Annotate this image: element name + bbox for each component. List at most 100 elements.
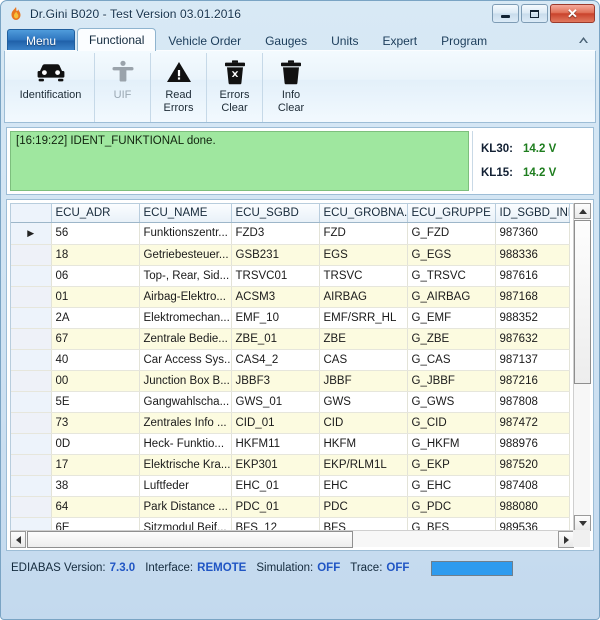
- table-row[interactable]: 73Zentrales Info ...CID_01CIDG_CID987472: [11, 412, 569, 433]
- tab-program[interactable]: Program: [429, 30, 499, 51]
- cell-ecu-gruppe[interactable]: G_ZBE: [407, 328, 495, 349]
- cell-ecu-adr[interactable]: 56: [51, 222, 139, 244]
- cell-ecu-gruppe[interactable]: G_AIRBAG: [407, 286, 495, 307]
- table-row[interactable]: ▶56Funktionszentr...FZD3FZDG_FZD987360: [11, 222, 569, 244]
- tab-functional[interactable]: Functional: [77, 28, 156, 51]
- cell-ecu-gruppe[interactable]: G_GWS: [407, 391, 495, 412]
- row-selector-cell[interactable]: [11, 307, 51, 328]
- cell-ecu-grobname[interactable]: EHC: [319, 475, 407, 496]
- table-row[interactable]: 2AElektromechan...EMF_10EMF/SRR_HLG_EMF9…: [11, 307, 569, 328]
- cell-ecu-sgbd[interactable]: EMF_10: [231, 307, 319, 328]
- uif-button[interactable]: UIF: [95, 53, 151, 122]
- cell-ecu-name[interactable]: Luftfeder: [139, 475, 231, 496]
- column-header-ecu-sgbd[interactable]: ECU_SGBD: [231, 204, 319, 222]
- cell-ecu-sgbd[interactable]: EHC_01: [231, 475, 319, 496]
- cell-ecu-adr[interactable]: 73: [51, 412, 139, 433]
- row-selector-cell[interactable]: [11, 244, 51, 265]
- table-row[interactable]: 17Elektrische Kra...EKP301EKP/RLM1LG_EKP…: [11, 454, 569, 475]
- cell-ecu-gruppe[interactable]: G_HKFM: [407, 433, 495, 454]
- cell-ecu-name[interactable]: Funktionszentr...: [139, 222, 231, 244]
- horizontal-scrollbar[interactable]: [10, 530, 574, 547]
- cell-ecu-grobname[interactable]: CAS: [319, 349, 407, 370]
- cell-ecu-name[interactable]: Top-, Rear, Sid...: [139, 265, 231, 286]
- cell-ecu-grobname[interactable]: PDC: [319, 496, 407, 517]
- cell-id-sgbd-index[interactable]: 987168: [495, 286, 569, 307]
- cell-ecu-gruppe[interactable]: G_EGS: [407, 244, 495, 265]
- table-row[interactable]: 38LuftfederEHC_01EHCG_EHC987408: [11, 475, 569, 496]
- cell-ecu-grobname[interactable]: GWS: [319, 391, 407, 412]
- cell-ecu-grobname[interactable]: JBBF: [319, 370, 407, 391]
- row-selector-cell[interactable]: [11, 433, 51, 454]
- table-row[interactable]: 01Airbag-Elektro...ACSM3AIRBAGG_AIRBAG98…: [11, 286, 569, 307]
- cell-ecu-gruppe[interactable]: G_PDC: [407, 496, 495, 517]
- cell-ecu-grobname[interactable]: HKFM: [319, 433, 407, 454]
- cell-id-sgbd-index[interactable]: 988352: [495, 307, 569, 328]
- cell-ecu-sgbd[interactable]: HKFM11: [231, 433, 319, 454]
- cell-ecu-name[interactable]: Junction Box B...: [139, 370, 231, 391]
- table-row[interactable]: 64Park Distance ...PDC_01PDCG_PDC988080: [11, 496, 569, 517]
- tab-expert[interactable]: Expert: [370, 30, 429, 51]
- column-header-ecu-adr[interactable]: ECU_ADR: [51, 204, 139, 222]
- errors-clear-button[interactable]: Errors Clear: [207, 53, 263, 122]
- cell-id-sgbd-index[interactable]: 988976: [495, 433, 569, 454]
- cell-ecu-adr[interactable]: 17: [51, 454, 139, 475]
- cell-ecu-gruppe[interactable]: G_EKP: [407, 454, 495, 475]
- cell-ecu-name[interactable]: Gangwahlscha...: [139, 391, 231, 412]
- cell-ecu-sgbd[interactable]: GSB231: [231, 244, 319, 265]
- cell-ecu-grobname[interactable]: AIRBAG: [319, 286, 407, 307]
- cell-ecu-grobname[interactable]: EKP/RLM1L: [319, 454, 407, 475]
- cell-ecu-gruppe[interactable]: G_FZD: [407, 222, 495, 244]
- scroll-up-button[interactable]: [574, 203, 591, 219]
- horizontal-scroll-thumb[interactable]: [27, 531, 353, 548]
- cell-ecu-gruppe[interactable]: G_CAS: [407, 349, 495, 370]
- cell-ecu-adr[interactable]: 64: [51, 496, 139, 517]
- cell-ecu-adr[interactable]: 40: [51, 349, 139, 370]
- column-header-ecu-gruppe[interactable]: ECU_GRUPPE: [407, 204, 495, 222]
- info-clear-button[interactable]: Info Clear: [263, 53, 319, 122]
- column-header-id-sgbd-index[interactable]: ID_SGBD_INDEX: [495, 204, 569, 222]
- cell-ecu-sgbd[interactable]: CID_01: [231, 412, 319, 433]
- read-errors-button[interactable]: Read Errors: [151, 53, 207, 122]
- tab-gauges[interactable]: Gauges: [253, 30, 319, 51]
- scroll-down-button[interactable]: [574, 515, 591, 531]
- cell-ecu-gruppe[interactable]: G_TRSVC: [407, 265, 495, 286]
- cell-ecu-sgbd[interactable]: ACSM3: [231, 286, 319, 307]
- cell-id-sgbd-index[interactable]: 988080: [495, 496, 569, 517]
- row-selector-cell[interactable]: [11, 412, 51, 433]
- cell-ecu-adr[interactable]: 2A: [51, 307, 139, 328]
- cell-ecu-name[interactable]: Heck- Funktio...: [139, 433, 231, 454]
- cell-ecu-adr[interactable]: 18: [51, 244, 139, 265]
- cell-ecu-name[interactable]: Zentrales Info ...: [139, 412, 231, 433]
- cell-id-sgbd-index[interactable]: 987360: [495, 222, 569, 244]
- cell-ecu-gruppe[interactable]: G_JBBF: [407, 370, 495, 391]
- cell-ecu-grobname[interactable]: CID: [319, 412, 407, 433]
- row-selector-cell[interactable]: [11, 391, 51, 412]
- cell-ecu-gruppe[interactable]: G_EHC: [407, 475, 495, 496]
- cell-id-sgbd-index[interactable]: 987216: [495, 370, 569, 391]
- maximize-button[interactable]: [521, 4, 548, 23]
- chevron-up-icon[interactable]: [576, 33, 590, 47]
- cell-ecu-gruppe[interactable]: G_EMF: [407, 307, 495, 328]
- cell-ecu-adr[interactable]: 38: [51, 475, 139, 496]
- cell-ecu-sgbd[interactable]: PDC_01: [231, 496, 319, 517]
- row-selector-cell[interactable]: [11, 370, 51, 391]
- cell-id-sgbd-index[interactable]: 987472: [495, 412, 569, 433]
- close-button[interactable]: ✕: [550, 4, 595, 23]
- cell-ecu-grobname[interactable]: ZBE: [319, 328, 407, 349]
- column-header-ecu-name[interactable]: ECU_NAME: [139, 204, 231, 222]
- menu-button[interactable]: Menu: [7, 29, 75, 51]
- cell-ecu-grobname[interactable]: EGS: [319, 244, 407, 265]
- table-row[interactable]: 0DHeck- Funktio...HKFM11HKFMG_HKFM988976: [11, 433, 569, 454]
- cell-ecu-name[interactable]: Getriebesteuer...: [139, 244, 231, 265]
- row-selector-cell[interactable]: [11, 496, 51, 517]
- vertical-scroll-thumb[interactable]: [574, 220, 591, 384]
- cell-ecu-sgbd[interactable]: CAS4_2: [231, 349, 319, 370]
- column-header-ecu-grobname[interactable]: ECU_GROBNA...: [319, 204, 407, 222]
- cell-ecu-name[interactable]: Park Distance ...: [139, 496, 231, 517]
- row-selector-cell[interactable]: ▶: [11, 222, 51, 244]
- cell-id-sgbd-index[interactable]: 987632: [495, 328, 569, 349]
- ecu-grid-viewport[interactable]: ECU_ADR ECU_NAME ECU_SGBD ECU_GROBNA... …: [10, 203, 590, 547]
- cell-ecu-name[interactable]: Car Access Sys...: [139, 349, 231, 370]
- vertical-scrollbar[interactable]: [573, 203, 590, 531]
- cell-ecu-adr[interactable]: 67: [51, 328, 139, 349]
